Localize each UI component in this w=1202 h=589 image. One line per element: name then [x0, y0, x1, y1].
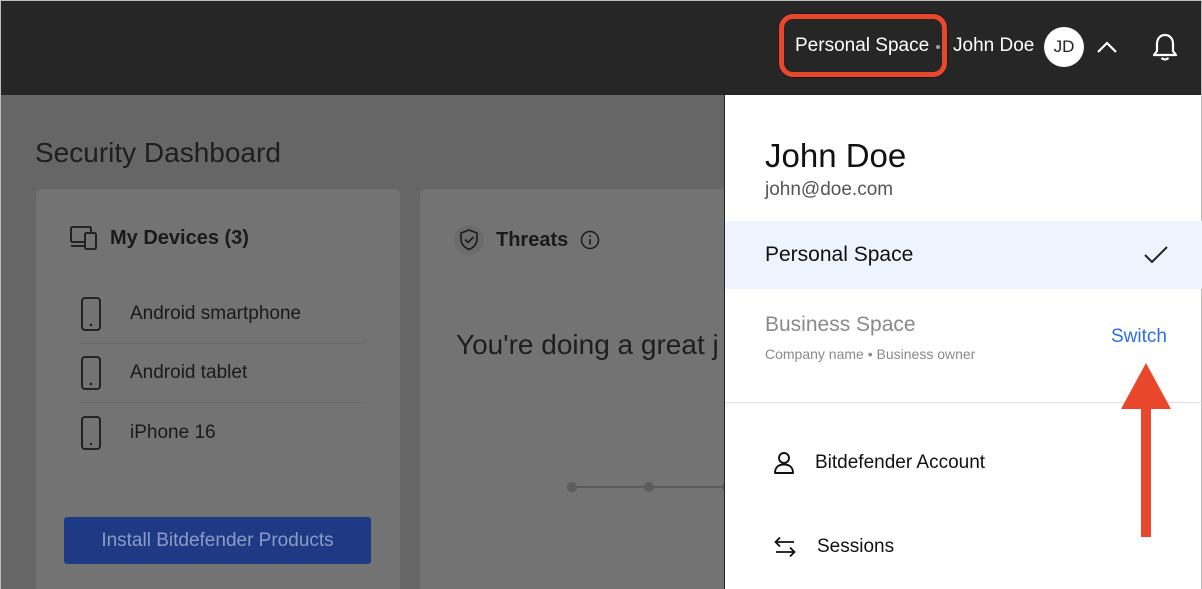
- menu-item-label: Sessions: [817, 536, 895, 557]
- check-icon: [1144, 246, 1168, 264]
- top-bar: Personal Space John Doe JD: [1, 1, 1201, 95]
- account-dropdown-panel: John Doe john@doe.com Personal Space Bus…: [724, 95, 1202, 589]
- space-name: Personal Space: [765, 243, 914, 266]
- chevron-up-icon[interactable]: [1095, 35, 1119, 59]
- devices-card: My Devices (3) Android smartphone Androi…: [36, 189, 400, 589]
- swap-arrows-icon: [774, 536, 796, 558]
- threats-card: Threats You're doing a great j: [420, 189, 724, 589]
- space-name: Business Space: [765, 313, 916, 336]
- threats-card-header: Threats: [454, 225, 600, 255]
- page-title: Security Dashboard: [35, 137, 281, 168]
- devices-card-title: My Devices (3): [110, 226, 249, 249]
- panel-user-email: john@doe.com: [765, 179, 894, 200]
- devices-card-header: My Devices (3): [70, 225, 249, 251]
- bell-icon[interactable]: [1151, 32, 1179, 62]
- tablet-icon: [81, 356, 101, 390]
- menu-item-label: Bitdefender Account: [815, 452, 986, 473]
- phone-icon: [81, 297, 101, 331]
- list-item[interactable]: Android smartphone: [80, 285, 366, 344]
- person-icon: [774, 452, 794, 474]
- space-option-business: Business Space Company name • Business o…: [725, 289, 1202, 403]
- phone-icon: [81, 415, 101, 450]
- list-item[interactable]: iPhone 16: [80, 403, 366, 462]
- threats-status-message: You're doing a great j: [456, 329, 719, 360]
- space-switcher-button[interactable]: Personal Space: [785, 22, 945, 70]
- install-products-button[interactable]: Install Bitdefender Products: [64, 517, 371, 564]
- current-space-label: Personal Space: [795, 35, 930, 56]
- menu-item-bitdefender-account[interactable]: Bitdefender Account: [773, 451, 985, 475]
- device-list: Android smartphone Android tablet iPhone…: [80, 285, 366, 462]
- device-name: Android tablet: [130, 362, 248, 383]
- space-option-personal[interactable]: Personal Space: [725, 221, 1202, 289]
- device-name: iPhone 16: [130, 421, 216, 443]
- info-icon[interactable]: [580, 230, 600, 250]
- space-subtitle: Company name • Business owner: [765, 346, 976, 362]
- avatar[interactable]: JD: [1044, 27, 1084, 67]
- threats-timeline-graphic: [567, 482, 724, 492]
- panel-user-name: John Doe: [765, 137, 907, 174]
- shield-check-icon: [454, 225, 484, 255]
- switch-space-button[interactable]: Switch: [1111, 326, 1167, 348]
- threats-card-title: Threats: [496, 228, 569, 251]
- user-name[interactable]: John Doe: [953, 35, 1034, 57]
- device-name: Android smartphone: [130, 303, 302, 324]
- dashboard-overlay[interactable]: Security Dashboard My Devices (3) Androi…: [1, 95, 724, 589]
- devices-icon: [70, 226, 97, 250]
- separator-dot: [936, 45, 940, 49]
- list-item[interactable]: Android tablet: [80, 344, 366, 403]
- menu-item-sessions[interactable]: Sessions: [773, 536, 894, 558]
